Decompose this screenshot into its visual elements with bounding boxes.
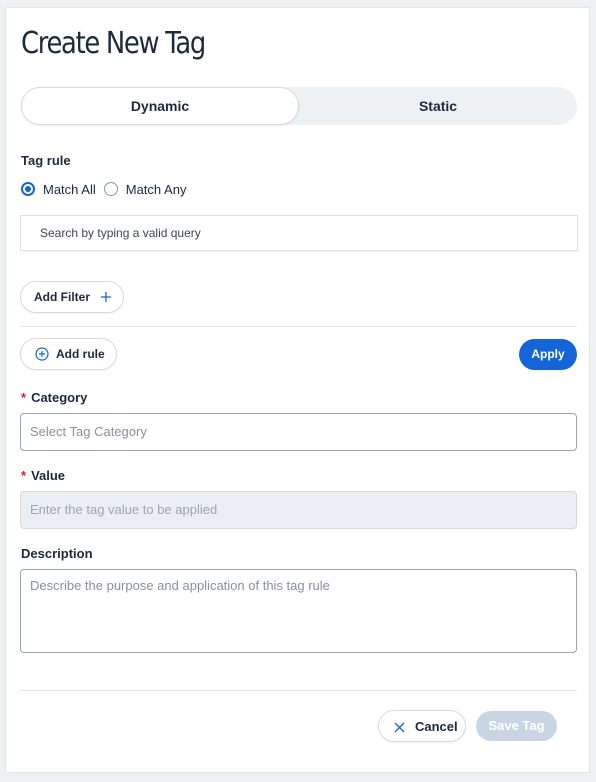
create-tag-panel: Create New Tag Dynamic Static Tag rule M… [5, 7, 590, 773]
plus-icon [100, 291, 112, 303]
page-title: Create New Tag [21, 26, 206, 61]
tab-dynamic[interactable]: Dynamic [21, 87, 299, 125]
tag-rule-label: Tag rule [21, 153, 71, 168]
required-marker: * [21, 468, 27, 483]
section-divider [20, 326, 577, 327]
value-placeholder: Enter the tag value to be applied [30, 502, 218, 517]
description-textarea[interactable]: Describe the purpose and application of … [20, 569, 577, 653]
description-label: Description [21, 546, 93, 561]
match-all-label[interactable]: Match All [43, 182, 96, 197]
value-label-text: Value [31, 468, 66, 483]
query-search-input[interactable]: Search by typing a valid query [20, 215, 578, 251]
match-any-radio[interactable] [103, 182, 118, 196]
add-filter-button[interactable]: Add Filter [20, 281, 124, 313]
category-placeholder: Select Tag Category [30, 424, 147, 439]
category-select[interactable]: Select Tag Category [20, 413, 577, 451]
add-rule-label: Add rule [56, 347, 105, 361]
cancel-label: Cancel [415, 718, 458, 734]
match-mode-group: Match All Match Any [21, 180, 186, 198]
plus-circle-icon [35, 347, 49, 361]
query-search-placeholder: Search by typing a valid query [40, 226, 201, 240]
cancel-button[interactable]: Cancel [378, 710, 466, 742]
tab-static[interactable]: Static [299, 87, 577, 125]
close-icon [394, 721, 405, 732]
match-all-radio[interactable] [21, 182, 35, 196]
category-label: * Category [21, 390, 87, 405]
value-input[interactable]: Enter the tag value to be applied [20, 491, 577, 529]
description-placeholder: Describe the purpose and application of … [30, 578, 330, 593]
match-any-label[interactable]: Match Any [126, 182, 187, 197]
category-label-text: Category [31, 390, 88, 405]
value-label: * Value [21, 468, 65, 483]
footer-divider [20, 690, 577, 691]
tag-type-switcher: Dynamic Static [21, 87, 577, 125]
save-tag-button[interactable]: Save Tag [476, 711, 557, 741]
add-filter-label: Add Filter [34, 290, 90, 304]
add-rule-button[interactable]: Add rule [20, 338, 117, 370]
required-marker: * [21, 390, 27, 405]
apply-button[interactable]: Apply [519, 339, 577, 370]
